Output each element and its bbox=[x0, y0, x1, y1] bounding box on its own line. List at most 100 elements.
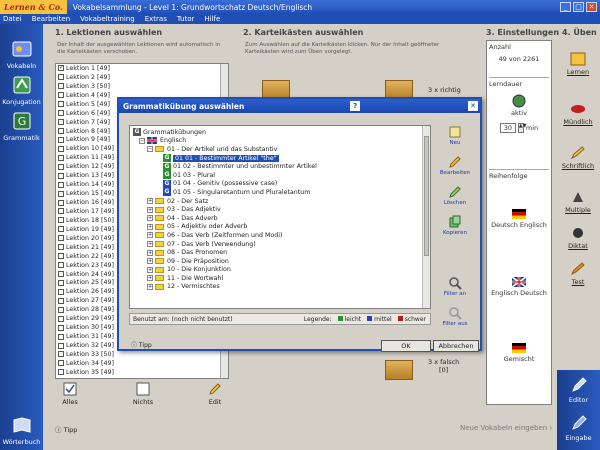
lesson-checkbox[interactable] bbox=[58, 172, 64, 179]
expand-icon[interactable]: + bbox=[147, 258, 153, 265]
expand-icon[interactable]: + bbox=[147, 232, 153, 239]
tree-chapter[interactable]: +12 - Vermischtes bbox=[133, 283, 430, 292]
menu-bearbeiten[interactable]: Bearbeiten bbox=[32, 15, 70, 23]
tree-lang[interactable]: − Englisch bbox=[133, 137, 430, 146]
cancel-button[interactable]: Abbrechen bbox=[433, 340, 479, 352]
tip-link[interactable]: ⓘ Tipp bbox=[55, 424, 77, 434]
menu-vokabeltraining[interactable]: Vokabeltraining bbox=[80, 15, 135, 23]
expand-icon[interactable]: + bbox=[147, 283, 153, 290]
mode-test[interactable]: Test bbox=[560, 262, 596, 286]
tree-scrollbar[interactable] bbox=[422, 126, 430, 308]
lesson-checkbox[interactable] bbox=[58, 190, 64, 197]
new-exercise-button[interactable]: Neu bbox=[437, 125, 473, 146]
expand-icon[interactable]: + bbox=[147, 266, 153, 273]
lesson-checkbox[interactable] bbox=[58, 163, 64, 170]
minimize-button[interactable]: _ bbox=[560, 2, 571, 12]
expand-icon[interactable]: + bbox=[147, 249, 153, 256]
tree-scroll-thumb[interactable] bbox=[424, 136, 429, 256]
lesson-checkbox[interactable] bbox=[58, 74, 64, 81]
menu-extras[interactable]: Extras bbox=[145, 15, 167, 23]
nav-woerterbuch[interactable]: Wörterbuch bbox=[0, 414, 43, 446]
lesson-checkbox[interactable] bbox=[58, 226, 64, 233]
nav-editor[interactable]: Editor bbox=[557, 376, 600, 404]
menu-hilfe[interactable]: Hilfe bbox=[204, 15, 220, 23]
exercise-item[interactable]: G 01 05 - Singularetantum und Pluraletant… bbox=[133, 188, 430, 197]
lesson-checkbox[interactable] bbox=[58, 342, 64, 349]
expand-icon[interactable]: + bbox=[147, 215, 153, 222]
lesson-checkbox[interactable]: ✓ bbox=[58, 65, 64, 72]
expand-icon[interactable]: + bbox=[147, 241, 153, 248]
mode-multiple[interactable]: Multiple bbox=[560, 190, 596, 214]
tree-chapter[interactable]: +06 - Das Verb (Zeitformen und Modi) bbox=[133, 231, 430, 240]
tree-chapter[interactable]: +02 - Der Satz bbox=[133, 197, 430, 206]
mode-schriftlich[interactable]: Schriftlich bbox=[560, 146, 596, 170]
box-bottom[interactable] bbox=[385, 360, 413, 380]
lesson-checkbox[interactable] bbox=[58, 297, 64, 304]
lesson-checkbox[interactable] bbox=[58, 360, 64, 367]
mode-diktat[interactable]: Diktat bbox=[560, 226, 596, 250]
expand-icon[interactable]: + bbox=[147, 275, 153, 282]
select-none-button[interactable]: Nichts bbox=[125, 382, 161, 406]
lesson-checkbox[interactable] bbox=[58, 110, 64, 117]
tree-chapter[interactable]: +05 - Adjektiv oder Adverb bbox=[133, 223, 430, 232]
lesson-checkbox[interactable] bbox=[58, 351, 64, 358]
tree-chapter[interactable]: +07 - Das Verb (Verwendung) bbox=[133, 240, 430, 249]
help-button[interactable]: ? bbox=[350, 101, 361, 111]
ok-button[interactable]: OK bbox=[381, 340, 431, 352]
lesson-checkbox[interactable] bbox=[58, 333, 64, 340]
lesson-item[interactable]: Lektion 3 [50] bbox=[56, 82, 228, 91]
lesson-checkbox[interactable] bbox=[58, 92, 64, 99]
new-vocab-link[interactable]: Neue Vokabeln eingeben › bbox=[460, 424, 552, 432]
exercise-item[interactable]: G 01 04 - Genitiv (possessive case) bbox=[133, 179, 430, 189]
filter-off-button[interactable]: Filter aus bbox=[437, 306, 473, 327]
tree-chapter[interactable]: +08 - Das Pronomen bbox=[133, 248, 430, 257]
lesson-checkbox[interactable] bbox=[58, 288, 64, 295]
delete-exercise-button[interactable]: Löschen bbox=[437, 185, 473, 206]
tree-chapter[interactable]: +10 - Die Konjunktion bbox=[133, 266, 430, 275]
lesson-checkbox[interactable] bbox=[58, 83, 64, 90]
lesson-checkbox[interactable] bbox=[58, 119, 64, 126]
tree-root[interactable]: G Grammatikübungen bbox=[133, 128, 430, 137]
lesson-checkbox[interactable] bbox=[58, 262, 64, 269]
dialog-tip[interactable]: ⓘ Tipp bbox=[131, 340, 152, 349]
order-mixed[interactable]: Gemischt bbox=[489, 343, 549, 363]
tree-chapter[interactable]: +04 - Das Adverb bbox=[133, 214, 430, 223]
lesson-checkbox[interactable] bbox=[58, 136, 64, 143]
lesson-checkbox[interactable] bbox=[58, 217, 64, 224]
exercise-item[interactable]: G 01 01 - Bestimmter Artikel "the" bbox=[133, 154, 430, 163]
tree-chapter[interactable]: +09 - Die Präposition bbox=[133, 257, 430, 266]
minutes-stepper[interactable]: ▲▼ bbox=[517, 123, 527, 133]
lesson-item[interactable]: ✓ Lektion 1 [49] bbox=[56, 64, 228, 73]
nav-eingabe[interactable]: Eingabe bbox=[557, 414, 600, 442]
order-de-en[interactable]: Deutsch Englisch bbox=[489, 209, 549, 229]
lerndauer-toggle-icon[interactable] bbox=[512, 94, 526, 108]
menu-datei[interactable]: Datei bbox=[3, 15, 22, 23]
copy-exercise-button[interactable]: Kopieren bbox=[437, 215, 473, 236]
select-all-button[interactable]: Alles bbox=[52, 382, 88, 406]
mode-lernen[interactable]: Lernen bbox=[560, 52, 596, 76]
expand-icon[interactable]: + bbox=[147, 206, 153, 213]
lesson-item[interactable]: Lektion 34 [49] bbox=[56, 359, 228, 368]
minutes-input[interactable]: 30 bbox=[499, 123, 516, 133]
lesson-checkbox[interactable] bbox=[58, 369, 64, 376]
mode-muendlich[interactable]: Mündlich bbox=[560, 102, 596, 126]
filter-on-button[interactable]: Filter an bbox=[437, 276, 473, 297]
lesson-checkbox[interactable] bbox=[58, 208, 64, 215]
lesson-checkbox[interactable] bbox=[58, 235, 64, 242]
collapse-icon[interactable]: − bbox=[139, 137, 145, 144]
dialog-close-button[interactable]: ✕ bbox=[468, 101, 478, 111]
lesson-checkbox[interactable] bbox=[58, 279, 64, 286]
lesson-checkbox[interactable] bbox=[58, 145, 64, 152]
lesson-checkbox[interactable] bbox=[58, 154, 64, 161]
menu-tutor[interactable]: Tutor bbox=[177, 15, 195, 23]
lesson-checkbox[interactable] bbox=[58, 315, 64, 322]
collapse-icon[interactable]: − bbox=[147, 146, 153, 153]
grammar-tree[interactable]: G Grammatikübungen − Englisch − 01 - Der… bbox=[129, 125, 431, 309]
tree-chapter[interactable]: +03 - Das Adjektiv bbox=[133, 205, 430, 214]
maximize-button[interactable]: □ bbox=[573, 2, 584, 12]
edit-exercise-button[interactable]: Bearbeiten bbox=[437, 155, 473, 176]
lesson-checkbox[interactable] bbox=[58, 101, 64, 108]
lesson-checkbox[interactable] bbox=[58, 199, 64, 206]
exercise-item[interactable]: G 01 03 - Plural bbox=[133, 171, 430, 180]
lesson-checkbox[interactable] bbox=[58, 128, 64, 135]
